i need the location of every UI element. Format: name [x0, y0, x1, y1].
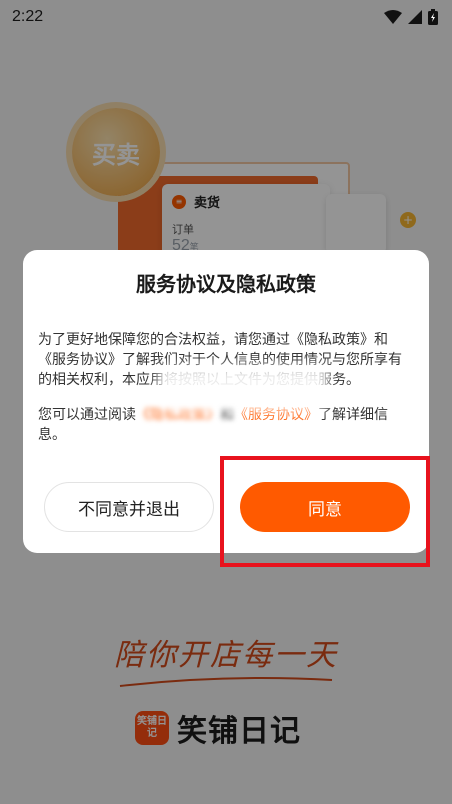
- battery-charging-icon: [428, 9, 438, 25]
- decline-exit-button[interactable]: 不同意并退出: [44, 482, 214, 532]
- obscured-region: [158, 366, 328, 410]
- dialog-paragraph-2: 您可以通过阅读《隐私政策》和《服务协议》了解详细信息。: [38, 405, 414, 445]
- wifi-icon: [384, 10, 402, 24]
- dialog-title: 服务协议及隐私政策: [136, 272, 316, 296]
- agree-button-highlight: [220, 456, 430, 567]
- signal-icon: [408, 10, 422, 24]
- paragraph-2-prefix: 您可以通过阅读: [38, 407, 136, 423]
- status-bar: 2:22: [0, 0, 452, 34]
- status-icons: [384, 9, 438, 25]
- status-time: 2:22: [12, 8, 44, 25]
